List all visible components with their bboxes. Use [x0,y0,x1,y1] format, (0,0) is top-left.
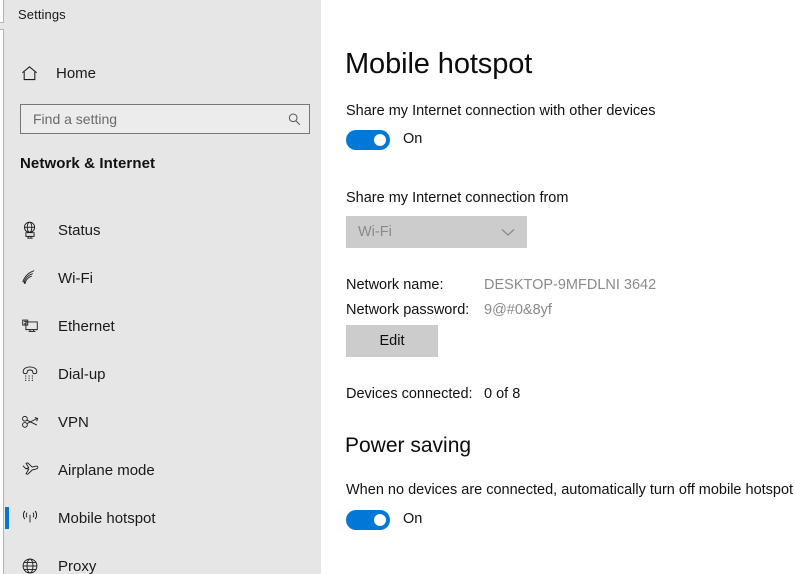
sidebar-item-mobile-hotspot[interactable]: Mobile hotspot [4,494,321,542]
toggle-knob [374,514,386,526]
share-from-dropdown[interactable]: Wi-Fi [346,216,527,248]
network-name-label: Network name: [346,277,444,293]
dialup-phone-icon [18,362,42,386]
sidebar-item-vpn[interactable]: VPN [4,398,321,446]
settings-window: Settings Home Network & Internet [0,0,794,574]
devices-connected-label: Devices connected: [346,386,473,402]
sidebar-item-wifi-label: Wi-Fi [58,269,93,287]
power-saving-title: Power saving [345,434,472,457]
edit-button[interactable]: Edit [346,325,438,357]
ethernet-icon [18,314,42,338]
share-from-label: Share my Internet connection from [346,190,569,206]
page-title: Mobile hotspot [345,48,533,80]
proxy-globe-icon [18,554,42,574]
vpn-key-icon [18,410,42,434]
sidebar-item-status[interactable]: Status [4,206,321,254]
sidebar-item-dialup-label: Dial-up [58,365,106,383]
power-saving-description: When no devices are connected, automatic… [346,482,794,498]
sidebar-item-proxy-label: Proxy [58,557,97,574]
share-from-selected-value: Wi-Fi [358,224,392,240]
sidebar-item-dialup[interactable]: Dial-up [4,350,321,398]
share-connection-label: Share my Internet connection with other … [346,103,656,119]
selection-indicator [5,507,9,529]
sidebar: Settings Home Network & Internet [4,0,321,574]
sidebar-item-proxy[interactable]: Proxy [4,542,321,574]
chevron-down-icon [501,228,515,237]
sidebar-item-home[interactable]: Home [4,58,321,88]
network-name-value: DESKTOP-9MFDLNI 3642 [484,277,657,293]
sidebar-item-ethernet[interactable]: Ethernet [4,302,321,350]
sidebar-item-mobile-hotspot-label: Mobile hotspot [58,509,156,527]
wifi-icon [18,266,42,290]
sidebar-item-ethernet-label: Ethernet [58,317,115,335]
mobile-hotspot-icon [18,506,42,530]
airplane-icon [18,458,42,482]
sidebar-item-airplane-mode-label: Airplane mode [58,461,155,479]
share-connection-toggle[interactable] [346,130,390,150]
app-title: Settings [18,7,66,22]
devices-connected-value: 0 of 8 [484,386,521,402]
sidebar-item-wifi[interactable]: Wi-Fi [4,254,321,302]
home-icon [18,62,40,84]
power-saving-toggle[interactable] [346,510,390,530]
sidebar-item-home-label: Home [56,64,97,82]
power-saving-toggle-state: On [403,511,423,527]
search-input[interactable] [21,105,281,133]
status-globe-monitor-icon [18,218,42,242]
sidebar-section-title: Network & Internet [20,155,156,172]
sidebar-nav: Status Wi-Fi Ethernet Dial-up VPN Airpla… [4,206,321,574]
search-icon[interactable] [281,105,307,133]
main-content: Mobile hotspot Share my Internet connect… [321,0,794,574]
share-connection-toggle-state: On [403,131,423,147]
search-box[interactable] [20,104,310,134]
sidebar-item-airplane-mode[interactable]: Airplane mode [4,446,321,494]
network-password-label: Network password: [346,302,470,318]
sidebar-item-status-label: Status [58,221,101,239]
sidebar-item-vpn-label: VPN [58,413,89,431]
network-password-value: 9@#0&8yf [484,302,552,318]
toggle-knob [374,134,386,146]
